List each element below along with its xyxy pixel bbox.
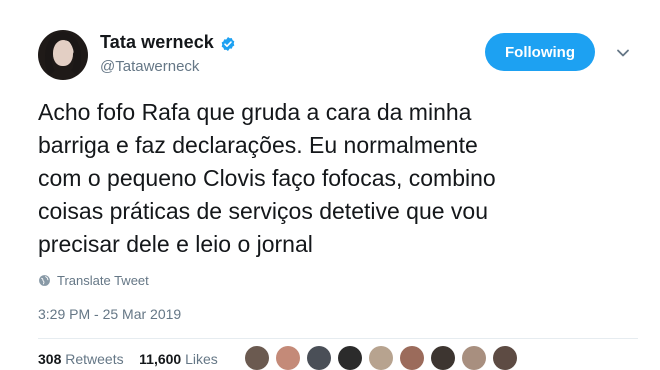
liker-avatar[interactable] — [245, 346, 269, 370]
avatar[interactable] — [38, 30, 88, 80]
retweets-count[interactable]: 308 — [38, 351, 61, 367]
likes-label[interactable]: Likes — [185, 351, 218, 367]
liker-avatars — [245, 346, 524, 370]
retweets-label[interactable]: Retweets — [65, 351, 123, 367]
divider — [38, 338, 638, 339]
globe-icon — [39, 275, 50, 286]
chevron-down-icon[interactable] — [616, 46, 630, 60]
tweet-stats: 308 Retweets 11,600 Likes — [38, 351, 218, 367]
translate-tweet-link[interactable]: Translate Tweet — [38, 273, 149, 288]
following-button[interactable]: Following — [485, 33, 595, 71]
avatar-face — [53, 40, 73, 66]
liker-avatar[interactable] — [276, 346, 300, 370]
liker-avatar[interactable] — [369, 346, 393, 370]
tweet-header: Tata werneck @Tatawerneck Following — [38, 28, 638, 84]
liker-avatar[interactable] — [431, 346, 455, 370]
liker-avatar[interactable] — [400, 346, 424, 370]
user-handle[interactable]: @Tatawerneck — [100, 58, 199, 75]
tweet-timestamp[interactable]: 3:29 PM - 25 Mar 2019 — [38, 306, 181, 322]
liker-avatar[interactable] — [462, 346, 486, 370]
verified-badge-icon — [220, 36, 236, 52]
likes-count[interactable]: 11,600 — [139, 351, 181, 367]
liker-avatar[interactable] — [338, 346, 362, 370]
translate-label[interactable]: Translate Tweet — [57, 273, 149, 288]
tweet-text: Acho fofo Rafa que gruda a cara da minha… — [38, 99, 496, 257]
liker-avatar[interactable] — [307, 346, 331, 370]
name-row: Tata werneck — [100, 32, 236, 53]
liker-avatar[interactable] — [493, 346, 517, 370]
display-name[interactable]: Tata werneck — [100, 32, 214, 53]
